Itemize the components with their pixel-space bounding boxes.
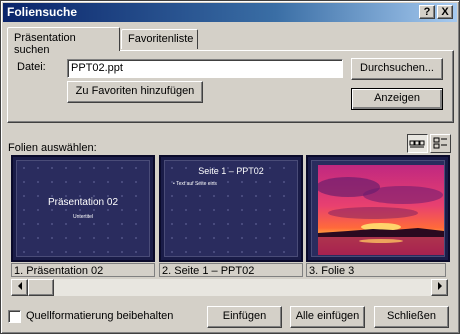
slide-thumbnail-1[interactable]: Präsentation 02 Untertitel: [11, 155, 155, 262]
slides-label: Folien auswählen:: [8, 142, 97, 154]
close-button[interactable]: Schließen: [374, 306, 449, 328]
show-button[interactable]: Anzeigen: [351, 88, 443, 110]
scroll-thumb[interactable]: [28, 279, 54, 296]
insert-all-button[interactable]: Alle einfügen: [290, 306, 365, 328]
slide-caption-3: 3. Folie 3: [306, 263, 446, 277]
slide-2-bullet-text: Text auf Seite eins: [176, 181, 217, 187]
slide-thumbnail-3[interactable]: [306, 155, 450, 262]
slide-list: Präsentation 02 Untertitel 1. Präsentati…: [7, 155, 450, 278]
file-label: Datei:: [17, 61, 46, 73]
scroll-left-button[interactable]: [11, 279, 28, 296]
arrow-right-icon: [437, 282, 442, 290]
horizontal-scrollbar[interactable]: [11, 279, 448, 296]
slide-caption-1: 1. Präsentation 02: [11, 263, 155, 277]
scroll-right-button[interactable]: [431, 279, 448, 296]
list-view-icon: [433, 137, 447, 149]
view-filmstrip-button[interactable]: [407, 134, 428, 153]
close-window-button[interactable]: X: [437, 5, 453, 19]
tab-favoritenliste[interactable]: Favoritenliste: [121, 29, 198, 49]
slide-1-title: Präsentation 02: [47, 197, 119, 208]
slide-caption-2: 2. Seite 1 – PPT02: [159, 263, 303, 277]
file-input[interactable]: PPT02.ppt: [67, 59, 343, 78]
help-button[interactable]: ?: [419, 5, 435, 19]
window-title: Foliensuche: [7, 5, 78, 19]
add-favorite-button[interactable]: Zu Favoriten hinzufügen: [67, 81, 203, 103]
keep-format-checkbox[interactable]: [8, 310, 21, 323]
browse-button[interactable]: Durchsuchen...: [351, 58, 443, 80]
sunset-image: [318, 165, 444, 255]
slide-1-subtitle: Untertitel: [72, 214, 93, 220]
slide-thumbnail-2[interactable]: Seite 1 – PPT02 • Text auf Seite eins: [159, 155, 303, 262]
keep-format-label: Quellformatierung beibehalten: [26, 310, 174, 322]
insert-button[interactable]: Einfügen: [207, 306, 282, 328]
dialog-window: Foliensuche ? X Präsentation suchen Favo…: [0, 0, 460, 334]
view-list-button[interactable]: [430, 134, 451, 153]
slide-2-bullet: • Text auf Seite eins: [173, 181, 217, 187]
arrow-left-icon: [17, 282, 22, 290]
tab-praesentation-suchen[interactable]: Präsentation suchen: [7, 27, 120, 56]
filmstrip-view-icon: [409, 140, 425, 148]
slide-2-title: Seite 1 – PPT02: [198, 166, 264, 176]
title-bar[interactable]: Foliensuche ? X: [3, 3, 457, 22]
